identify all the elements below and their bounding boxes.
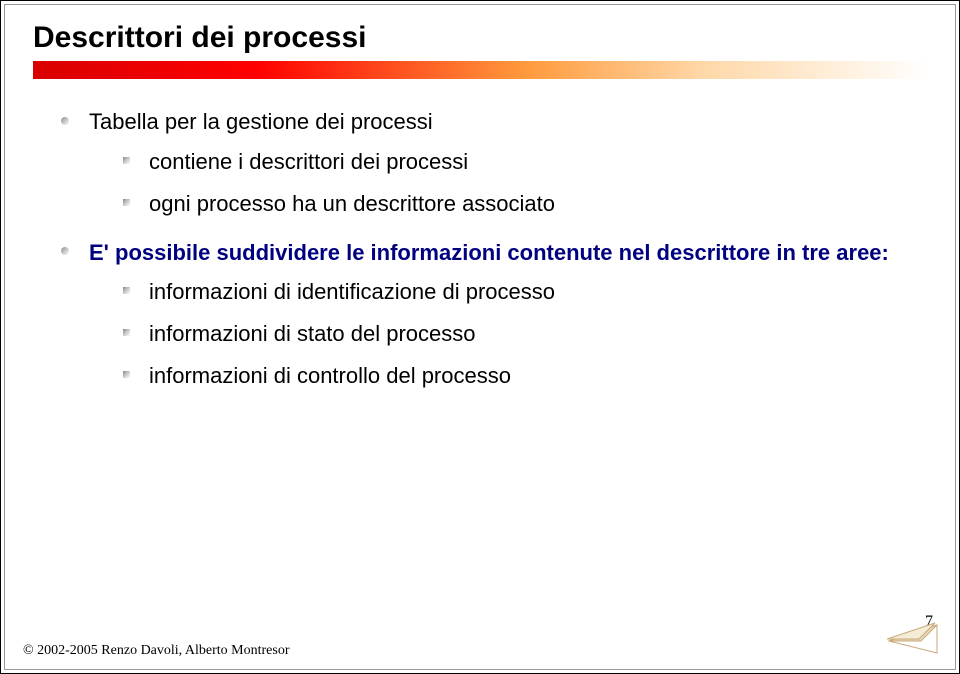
bullet-text: contiene i descrittori dei processi [149,149,468,174]
bullet-level2: informazioni di controllo del processo [89,360,927,392]
bullet-text: ogni processo ha un descrittore associat… [149,191,555,216]
bullet-level2: informazioni di identificazione di proce… [89,276,927,308]
bullet-square-icon [123,199,130,206]
bullet-level2: informazioni di stato del processo [89,318,927,350]
footer-copyright: © 2002-2005 Renzo Davoli, Alberto Montre… [23,643,290,659]
bullet-level1: Tabella per la gestione dei processi con… [61,107,927,220]
page-fold-icon [887,619,941,659]
bullet-level2: ogni processo ha un descrittore associat… [89,188,927,220]
sub-list: contiene i descrittori dei processi ogni… [89,146,927,220]
bullet-text: informazioni di controllo del processo [149,363,511,388]
bullet-square-icon [123,329,130,336]
bullet-text: Tabella per la gestione dei processi [89,109,433,134]
bullet-text: E' possibile suddividere le informazioni… [89,240,889,265]
bullet-dot-icon [61,247,69,255]
page-corner: 7 [887,615,941,659]
bullet-square-icon [123,287,130,294]
slide: Descrittori dei processi Tabella per la … [1,1,959,424]
bullet-square-icon [123,371,130,378]
bullet-text: informazioni di identificazione di proce… [149,279,555,304]
bullet-level2: contiene i descrittori dei processi [89,146,927,178]
page-title: Descrittori dei processi [33,21,927,55]
content-area: Tabella per la gestione dei processi con… [33,107,927,392]
title-underline [33,61,929,79]
bullet-text: informazioni di stato del processo [149,321,476,346]
bullet-dot-icon [61,117,69,125]
sub-list: informazioni di identificazione di proce… [89,276,927,392]
bullet-level1-emphasis: E' possibile suddividere le informazioni… [61,238,927,392]
bullet-square-icon [123,157,130,164]
